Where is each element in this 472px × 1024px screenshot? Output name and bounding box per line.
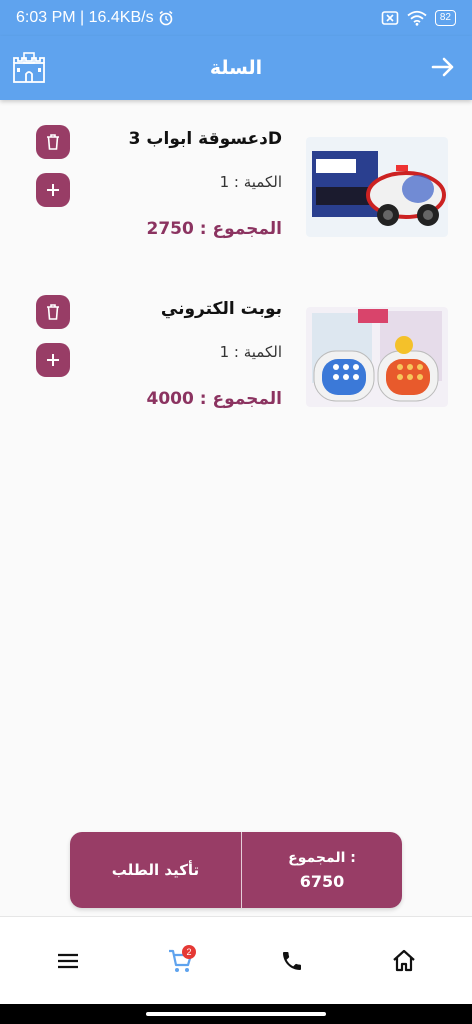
wifi-icon <box>407 10 427 26</box>
app-bar: السلة <box>0 36 472 100</box>
battery-indicator: 82 <box>434 10 456 26</box>
alarm-icon <box>159 10 173 26</box>
item-name: بوبت الكتروني <box>160 299 282 319</box>
sum-value: 6750 <box>299 871 345 891</box>
gesture-bar <box>0 1004 472 1024</box>
item-total: المجموع : 4000 <box>146 389 283 409</box>
trash-icon <box>47 304 59 320</box>
page-title: السلة <box>209 57 263 79</box>
cart-item: دعسوقة ابواب 3D الكمية : 1 المجموع : 275… <box>0 125 472 255</box>
bottom-navigation: 2 <box>0 916 472 1004</box>
trash-icon <box>47 134 59 150</box>
item-name: دعسوقة ابواب 3D <box>128 129 282 149</box>
home-icon <box>393 949 415 971</box>
status-bar: 6:03 PM | 16.4KB/s 82 <box>0 0 472 36</box>
plus-icon <box>47 184 59 196</box>
sum-label: المجموع : <box>288 849 356 866</box>
item-quantity: الكمية : 1 <box>219 173 282 191</box>
product-image <box>306 137 448 237</box>
nav-cart[interactable]: 2 <box>156 937 204 985</box>
product-image <box>306 307 448 407</box>
item-total: المجموع : 2750 <box>146 219 283 239</box>
confirm-order-button[interactable]: تأكيد الطلب <box>70 832 242 908</box>
increase-quantity-button[interactable] <box>36 343 70 377</box>
plus-icon <box>47 354 59 366</box>
home-indicator[interactable] <box>146 1012 326 1016</box>
sim-off-icon <box>381 11 399 25</box>
cart-badge: 2 <box>182 944 196 959</box>
nav-menu[interactable] <box>44 937 92 985</box>
back-arrow-icon[interactable] <box>428 52 458 82</box>
menu-icon <box>58 953 78 968</box>
order-sum: المجموع : 6750 <box>242 832 402 908</box>
castle-logo-icon[interactable] <box>12 50 46 84</box>
delete-button[interactable] <box>36 295 70 329</box>
status-time-text: 6:03 PM | 16.4KB/s <box>16 9 154 26</box>
delete-button[interactable] <box>36 125 70 159</box>
increase-quantity-button[interactable] <box>36 173 70 207</box>
phone-icon <box>283 951 301 970</box>
cart-item: بوبت الكتروني الكمية : 1 المجموع : 4000 <box>0 295 472 425</box>
nav-home[interactable] <box>380 937 428 985</box>
item-quantity: الكمية : 1 <box>219 343 282 361</box>
checkout-bar: تأكيد الطلب المجموع : 6750 <box>70 832 402 908</box>
status-time: 6:03 PM | 16.4KB/s <box>16 9 174 27</box>
nav-phone[interactable] <box>268 937 316 985</box>
